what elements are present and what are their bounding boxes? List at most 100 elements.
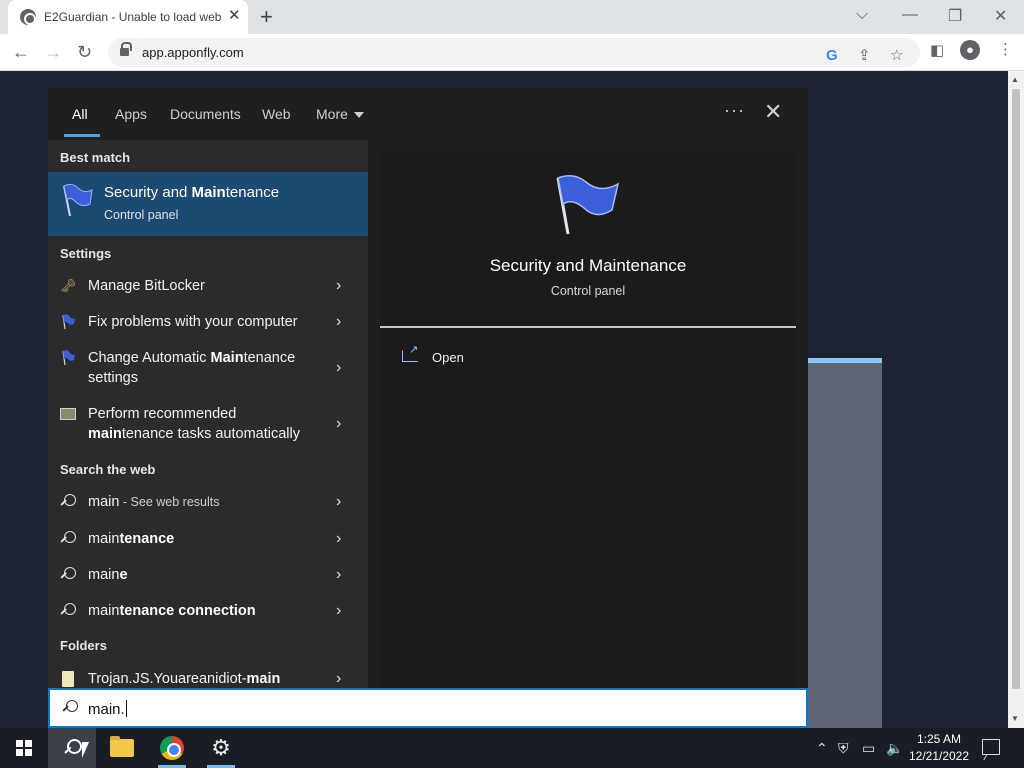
gear-icon: ⚙ [211,735,231,760]
label-bold: tenance [119,531,175,547]
settings-item-automatic-maintenance[interactable]: Change Automatic Maintenance settings › [48,348,368,392]
web-result-item[interactable]: maintenance › [48,529,368,553]
caret-down-icon [353,112,364,119]
label-bold: main [246,671,281,687]
profile-avatar-icon[interactable]: ● [960,40,980,60]
chevron-right-icon[interactable]: › [336,492,341,512]
web-result-item[interactable]: main - See web results › [48,492,368,516]
share-icon[interactable]: ⇪ [858,47,871,65]
scrollbar-thumb[interactable] [1012,89,1020,689]
taskbar-settings[interactable]: ⚙ [197,728,245,768]
mouse-pointer-icon [82,742,89,758]
taskbar-file-explorer[interactable] [98,728,146,768]
active-tab-indicator [64,134,100,137]
web-result-label: maintenance connection [88,601,318,621]
browser-tab[interactable]: E2Guardian - Unable to load web ✕ [8,0,248,34]
folder-result-label: Trojan.JS.Youareanidiot-main [88,669,318,688]
security-shield-icon[interactable]: ⛨ [838,738,849,758]
search-icon [60,494,76,510]
web-result-item[interactable]: maintenance connection › [48,601,368,625]
settings-item-fix-problems[interactable]: Fix problems with your computer › [48,312,368,336]
url-text: app.apponfly.com [142,45,244,60]
label-bold: tenance connection [119,603,256,619]
browser-toolbar: ← → ↻ app.apponfly.com G ⇪ ☆ ◧ ● ⋮ [0,34,1024,71]
tab-close-button[interactable]: ✕ [228,8,241,24]
scroll-up-icon[interactable]: ▲ [1011,75,1019,84]
detail-divider [380,326,796,328]
start-button[interactable] [0,728,48,768]
chevron-right-icon[interactable]: › [336,565,341,585]
volume-icon[interactable]: 🔈 [886,738,903,758]
globe-icon [20,9,36,25]
search-close-button[interactable]: ✕ [764,100,782,124]
computer-monitor-icon [60,408,76,420]
web-result-label: main - See web results [88,492,318,512]
minimize-button[interactable]: — [902,6,918,24]
address-bar[interactable]: app.apponfly.com G ⇪ ☆ [108,38,920,67]
file-explorer-icon [110,736,134,757]
best-match-title-post: tenance [225,184,280,201]
label-text: main [88,531,120,547]
google-translate-icon[interactable]: G [826,47,838,65]
search-query-text: main. [88,701,125,718]
security-flag-icon [63,183,93,217]
show-hidden-icons-chevron-icon[interactable]: ⌃ [816,738,828,758]
label-bold: main [88,426,122,442]
more-options-icon[interactable]: ··· [724,100,745,121]
folder-result-item[interactable]: Trojan.JS.Youareanidiot-main › [48,669,368,688]
result-detail-pane: Security and Maintenance Control panel O… [380,152,796,688]
chevron-right-icon[interactable]: › [336,529,341,549]
restore-button[interactable]: ❐ [948,6,962,26]
label-suffix: - See web results [119,495,220,509]
taskbar-chrome[interactable] [148,728,196,768]
folders-header: Folders [60,638,107,653]
open-action[interactable]: Open [402,343,522,372]
tab-apps[interactable]: Apps [115,106,147,122]
settings-item-perform-maintenance[interactable]: Perform recommended maintenance tasks aut… [48,404,368,448]
chevron-right-icon[interactable]: › [336,601,341,621]
tab-web[interactable]: Web [262,106,291,122]
tab-more-label: More [316,106,348,122]
new-tab-button[interactable]: + [260,5,273,29]
network-icon[interactable]: ▭ [862,738,875,758]
background-page-panel [808,358,882,728]
bookmark-star-icon[interactable]: ☆ [890,47,903,65]
web-result-label: maintenance [88,529,318,549]
tab-search-dropdown-icon[interactable]: ⌵ [856,6,868,24]
detail-subtitle: Control panel [550,284,626,298]
settings-item-bitlocker[interactable]: 🗝 Manage BitLocker › [48,276,368,300]
text-caret [125,700,127,717]
forward-arrow-icon[interactable]: → [44,40,62,64]
search-input[interactable]: main. [48,688,808,728]
chevron-right-icon[interactable]: › [336,358,341,378]
open-external-icon [402,343,418,362]
tab-all[interactable]: All [72,106,88,122]
search-icon [60,603,76,619]
reload-icon[interactable]: ↻ [77,40,92,64]
web-result-item[interactable]: maine › [48,565,368,589]
chevron-right-icon[interactable]: › [336,276,341,296]
taskbar: ⚙ ⌃ ⛨ ▭ 🔈 1:25 AM 12/21/2022 [0,728,1024,768]
tab-documents[interactable]: Documents [170,106,241,122]
window-close-button[interactable]: ✕ [994,6,1007,26]
clock-time: 1:25 AM [916,732,962,746]
page-scrollbar[interactable]: ▲ ▼ [1008,71,1024,728]
best-match-result[interactable]: Security and Maintenance Control panel [48,172,368,236]
folder-icon [62,671,74,687]
search-icon [64,739,82,757]
tab-more[interactable]: More [316,106,364,122]
side-panel-icon[interactable]: ◧ [930,42,944,60]
system-clock[interactable]: 1:25 AM 12/21/2022 [904,731,974,765]
open-action-label: Open [432,350,464,365]
search-results-list: Best match Security and Maintenance Cont… [48,140,368,688]
label-text: main [88,603,120,619]
chevron-right-icon[interactable]: › [336,414,341,434]
scroll-down-icon[interactable]: ▼ [1011,714,1019,723]
notification-center-icon[interactable] [982,739,1000,755]
chevron-right-icon[interactable]: › [336,312,341,332]
browser-tab-bar: E2Guardian - Unable to load web ✕ + ⌵ — … [0,0,1024,34]
back-arrow-icon[interactable]: ← [12,40,30,64]
menu-kebab-icon[interactable]: ⋮ [998,41,1013,59]
chevron-right-icon[interactable]: › [336,669,341,688]
chrome-icon [160,736,184,760]
